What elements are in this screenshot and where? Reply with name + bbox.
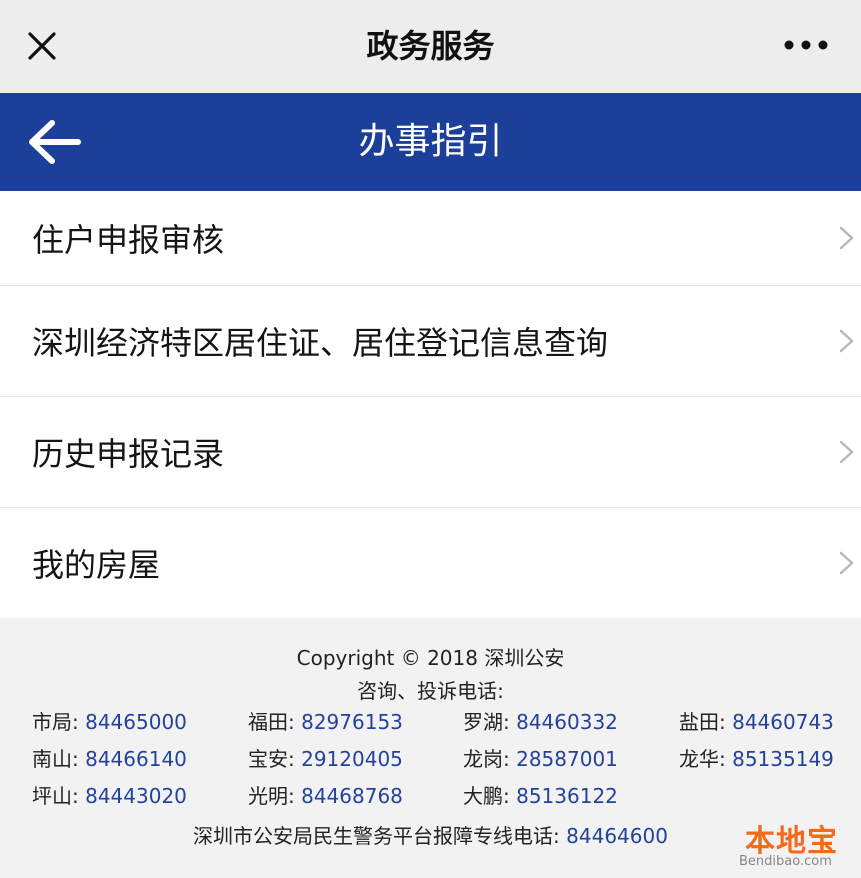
menu-item-history-records[interactable]: 历史申报记录 — [0, 397, 861, 508]
menu-item-household-review[interactable]: 住户申报审核 — [0, 191, 861, 286]
hotline-label: 深圳市公安局民生警务平台报障专线电话: — [193, 824, 560, 848]
phone-entry[interactable]: 龙岗: 28587001 — [463, 743, 618, 772]
phone-entry[interactable]: 龙华: 85135149 — [679, 743, 834, 772]
nav-header: 办事指引 — [0, 93, 861, 191]
top-bar: 政务服务 — [0, 0, 861, 93]
menu-item-label: 深圳经济特区居住证、居住登记信息查询 — [32, 324, 609, 362]
chevron-right-icon — [837, 326, 857, 356]
phone-entry[interactable]: 大鹏: 85136122 — [463, 780, 618, 809]
chevron-right-icon — [837, 223, 857, 253]
chevron-right-icon — [837, 548, 857, 578]
menu-item-label: 住户申报审核 — [32, 221, 225, 259]
phone-entry[interactable]: 市局: 84465000 — [32, 706, 187, 735]
menu-item-residence-permit-query[interactable]: 深圳经济特区居住证、居住登记信息查询 — [0, 286, 861, 397]
more-dots-icon[interactable] — [781, 30, 831, 60]
footer: Copyright © 2018 深圳公安 咨询、投诉电话: 市局: 84465… — [0, 618, 861, 878]
watermark-logo: 本地宝 Bendibao.com — [731, 816, 849, 872]
phone-entry[interactable]: 南山: 84466140 — [32, 743, 187, 772]
copyright-text: Copyright © 2018 深圳公安 — [296, 646, 565, 670]
phone-entry[interactable]: 罗湖: 84460332 — [463, 706, 618, 735]
watermark-domain: Bendibao.com — [739, 854, 832, 869]
phone-entry[interactable]: 盐田: 84460743 — [679, 706, 834, 735]
consult-label: 咨询、投诉电话: — [357, 679, 504, 703]
menu-item-label: 历史申报记录 — [32, 435, 225, 473]
app-title: 政务服务 — [366, 27, 495, 65]
chevron-right-icon — [837, 437, 857, 467]
phone-row: 坪山: 84443020 光明: 84468768 大鹏: 85136122 — [0, 780, 861, 817]
phone-row: 南山: 84466140 宝安: 29120405 龙岗: 28587001 龙… — [0, 743, 861, 780]
phone-entry[interactable]: 福田: 82976153 — [248, 706, 403, 735]
phone-row: 市局: 84465000 福田: 82976153 罗湖: 84460332 盐… — [0, 706, 861, 743]
phone-entry[interactable]: 坪山: 84443020 — [32, 780, 187, 809]
phone-directory: 市局: 84465000 福田: 82976153 罗湖: 84460332 盐… — [0, 706, 861, 817]
phone-entry[interactable]: 光明: 84468768 — [248, 780, 403, 809]
menu-item-my-house[interactable]: 我的房屋 — [0, 508, 861, 618]
page-title: 办事指引 — [358, 121, 503, 162]
menu-item-label: 我的房屋 — [32, 546, 161, 584]
guide-menu-list: 住户申报审核 深圳经济特区居住证、居住登记信息查询 历史申报记录 我的房屋 — [0, 191, 861, 618]
phone-entry[interactable]: 宝安: 29120405 — [248, 743, 403, 772]
hotline-number[interactable]: 84464600 — [566, 824, 668, 848]
